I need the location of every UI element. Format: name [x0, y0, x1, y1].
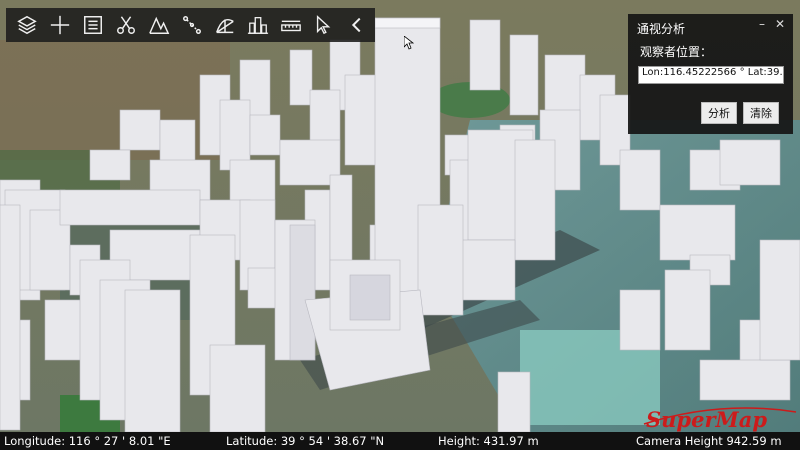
scissors-icon[interactable] — [109, 8, 142, 42]
layers-icon[interactable] — [10, 8, 43, 42]
mountains-icon[interactable] — [142, 8, 175, 42]
latitude-readout: Latitude: 39 ° 54 ' 38.67 "N — [226, 434, 385, 448]
minimize-icon[interactable]: – — [759, 17, 765, 31]
buildings-icon[interactable] — [241, 8, 274, 42]
longitude-readout: Longitude: 116 ° 27 ' 8.01 "E — [4, 434, 171, 448]
scatter-points-icon[interactable] — [175, 8, 208, 42]
panel-title: 通视分析 — [637, 22, 686, 36]
toolbar — [6, 8, 375, 42]
list-icon[interactable] — [76, 8, 109, 42]
cursor-select-icon[interactable] — [307, 8, 340, 42]
ruler-icon[interactable] — [274, 8, 307, 42]
panel-window-controls: – ✕ — [759, 17, 785, 31]
close-icon[interactable]: ✕ — [775, 17, 785, 31]
supermap-logo: SuperMap — [643, 407, 797, 432]
height-readout: Height: 431.97 m — [438, 434, 539, 448]
logo-text: SuperMap — [646, 407, 767, 432]
mouse-cursor-icon — [404, 36, 414, 50]
crosshair-icon[interactable] — [43, 8, 76, 42]
observer-position-label: 观察者位置： — [640, 45, 713, 59]
clear-button[interactable]: 清除 — [743, 102, 779, 124]
line-of-sight-panel: 通视分析 – ✕ 观察者位置： Lon:116.45222566 ° Lat:3… — [628, 14, 793, 134]
analyze-button[interactable]: 分析 — [701, 102, 737, 124]
profile-icon[interactable] — [208, 8, 241, 42]
status-bar: Longitude: 116 ° 27 ' 8.01 "E Latitude: … — [0, 432, 800, 450]
observer-position-field[interactable]: Lon:116.45222566 ° Lat:39.9 — [638, 66, 784, 84]
camera-height-readout: Camera Height 942.59 m — [636, 434, 782, 448]
collapse-chevron-icon[interactable] — [340, 8, 373, 42]
